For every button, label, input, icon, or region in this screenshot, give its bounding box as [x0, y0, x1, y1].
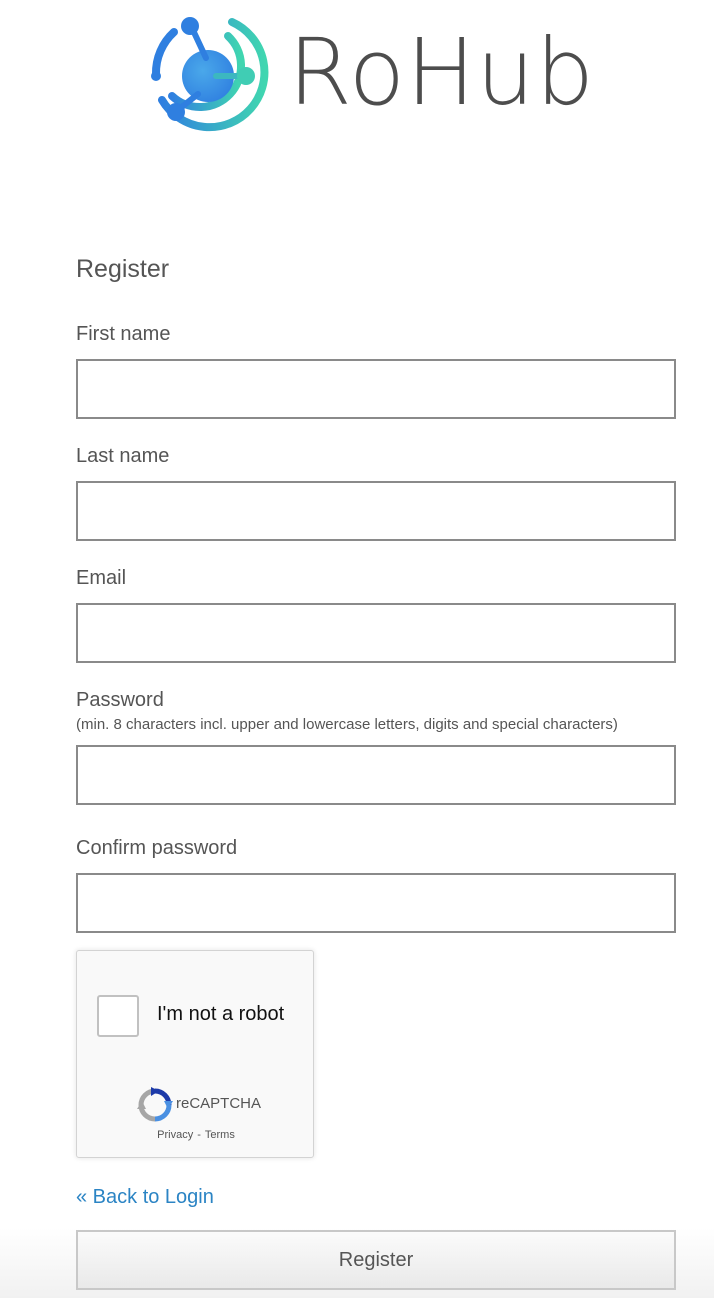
rohub-orbit-logo-icon — [151, 17, 269, 132]
password-label: Password — [76, 689, 164, 711]
recaptcha-terms-link[interactable]: Terms — [205, 1129, 235, 1141]
password-hint: (min. 8 characters incl. upper and lower… — [76, 716, 618, 733]
brand-logo: RoHub — [150, 14, 595, 136]
recaptcha-link-separator: - — [197, 1129, 201, 1141]
back-to-login-link[interactable]: « Back to Login — [76, 1184, 214, 1210]
last-name-group: Last name — [76, 444, 676, 541]
register-form: Register First name Last name Email Pass… — [76, 252, 676, 933]
recaptcha-brand: reCAPTCHA — [176, 1095, 262, 1112]
first-name-input[interactable] — [76, 359, 676, 419]
email-group: Email — [76, 566, 676, 663]
confirm-password-group: Confirm password — [76, 836, 676, 933]
password-group: Password (min. 8 characters incl. upper … — [76, 688, 676, 805]
last-name-label: Last name — [76, 445, 170, 467]
email-input[interactable] — [76, 603, 676, 663]
email-label: Email — [76, 567, 127, 589]
recaptcha-checkbox[interactable] — [97, 995, 139, 1037]
password-input[interactable] — [76, 745, 676, 805]
recaptcha-label: I'm not a robot — [157, 1003, 285, 1025]
recaptcha-privacy-link[interactable]: Privacy — [157, 1129, 193, 1141]
last-name-input[interactable] — [76, 481, 676, 541]
first-name-label: First name — [76, 323, 171, 345]
page-title: Register — [76, 255, 170, 283]
recaptcha-widget: I'm not a robot reCAPTCHA Privacy - Terms — [76, 950, 314, 1158]
first-name-group: First name — [76, 322, 676, 419]
brand-wordmark: RoHub — [288, 19, 595, 126]
confirm-password-input[interactable] — [76, 873, 676, 933]
confirm-password-label: Confirm password — [76, 837, 238, 859]
register-button[interactable]: Register — [76, 1230, 676, 1290]
recaptcha-logo-icon — [137, 1087, 173, 1122]
recaptcha-links: Privacy - Terms — [77, 1129, 315, 1141]
